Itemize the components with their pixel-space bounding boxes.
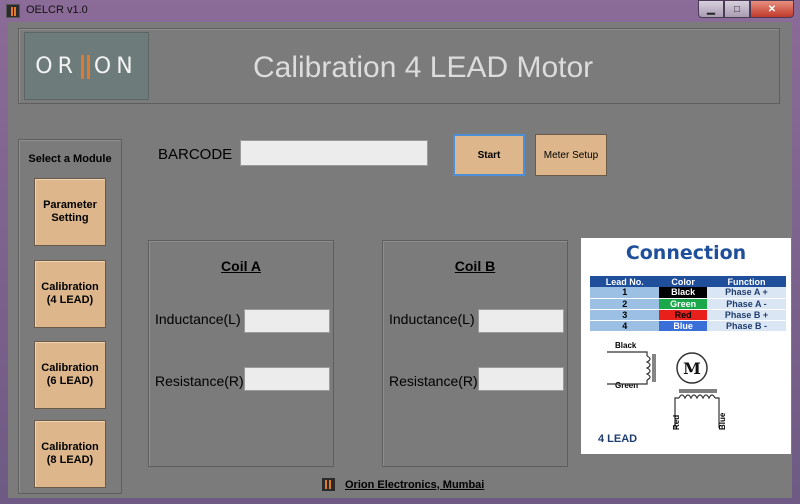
connection-row: 1 Black Phase A + — [590, 287, 786, 299]
lead-function-cell: Phase B + — [706, 309, 786, 321]
lead-type-label: 4 LEAD — [598, 433, 638, 445]
lead-number-cell: 3 — [590, 309, 660, 321]
lead-function-cell: Phase A + — [706, 287, 786, 299]
parameter-setting-button[interactable]: Parameter Setting — [34, 178, 106, 246]
coil-b-group: Coil B Inductance(L) Resistance(R) — [382, 240, 568, 467]
coil-a-group: Coil A Inductance(L) Resistance(R) — [148, 240, 334, 467]
wire-label-blue: Blue — [718, 412, 727, 430]
logo-text-right: ON — [93, 53, 138, 79]
connection-row: 3 Red Phase B + — [590, 309, 786, 321]
app-icon — [6, 4, 20, 18]
coil-a-title: Coil A — [221, 258, 261, 274]
module-button-label: Calibration (4 LEAD) — [41, 281, 99, 306]
coil-b-inductance-field[interactable] — [478, 309, 564, 333]
calibration-6-lead-button[interactable]: Calibration (6 LEAD) — [34, 341, 106, 409]
lead-color-cell: Red — [659, 309, 707, 321]
wire-label-red: Red — [672, 415, 681, 430]
lead-color-cell: Green — [659, 298, 707, 310]
lead-function-cell: Phase B - — [706, 320, 786, 332]
lead-number-cell: 4 — [590, 320, 660, 332]
client-area: OR ON Calibration 4 LEAD Motor Select a M… — [8, 22, 792, 498]
start-button[interactable]: Start — [453, 134, 525, 176]
lead-color-cell: Blue — [659, 320, 707, 332]
coil-a-inductance-field[interactable] — [244, 309, 330, 333]
wire-label-green: Green — [615, 381, 638, 390]
footer: Orion Electronics, Mumbai — [322, 478, 484, 491]
calibration-8-lead-button[interactable]: Calibration (8 LEAD) — [34, 420, 106, 488]
barcode-input[interactable] — [240, 140, 428, 166]
app-window: OELCR v1.0 ▁ □ ✕ OR ON Calibration 4 LEAD… — [0, 0, 800, 504]
lead-color-cell: Black — [659, 287, 707, 299]
calibration-4-lead-button[interactable]: Calibration (4 LEAD) — [34, 260, 106, 328]
connection-title: Connection — [625, 242, 747, 264]
logo-text-left: OR — [35, 53, 78, 79]
header-function: Function — [706, 276, 786, 287]
coil-a-resistance-label: Resistance(R) — [155, 373, 244, 389]
meter-setup-button[interactable]: Meter Setup — [535, 134, 607, 176]
lead-number-cell: 2 — [590, 298, 660, 310]
coil-b-inductance-label: Inductance(L) — [389, 311, 475, 327]
connection-table: Lead No. Color Function 1 Black Phase A +2… — [590, 276, 786, 332]
module-button-label: Parameter Setting — [43, 199, 97, 224]
lead-number-cell: 1 — [590, 287, 660, 299]
logo-text: OR ON — [35, 54, 137, 79]
header-color: Color — [659, 276, 707, 287]
module-button-label: Calibration (8 LEAD) — [41, 441, 99, 466]
module-panel: Select a Module Parameter Setting Calibra… — [18, 139, 122, 494]
connection-row: 4 Blue Phase B - — [590, 320, 786, 332]
coil-b-winding — [674, 389, 720, 428]
coil-a-winding — [607, 351, 656, 385]
coil-a-inductance-label: Inductance(L) — [155, 311, 241, 327]
minimize-button[interactable]: ▁ — [698, 0, 724, 18]
module-button-label: Calibration (6 LEAD) — [41, 362, 99, 387]
connection-row: 2 Green Phase A - — [590, 298, 786, 310]
page-title: Calibration 4 LEAD Motor — [253, 51, 594, 84]
window-controls: ▁ □ ✕ — [698, 0, 794, 18]
coil-b-title: Coil B — [454, 258, 496, 274]
header-lead-no: Lead No. — [590, 276, 660, 287]
wire-label-black: Black — [615, 341, 637, 350]
close-button[interactable]: ✕ — [750, 0, 794, 18]
lead-function-cell: Phase A - — [706, 298, 786, 310]
window-title: OELCR v1.0 — [26, 4, 88, 16]
connection-diagram: Connection Lead No. Color Function 1 Blac… — [581, 238, 791, 454]
maximize-button[interactable]: □ — [724, 0, 750, 18]
header-panel: OR ON Calibration 4 LEAD Motor — [18, 28, 780, 104]
orion-small-icon — [322, 478, 335, 491]
module-heading: Select a Module — [28, 153, 112, 165]
coil-b-resistance-label: Resistance(R) — [389, 373, 478, 389]
motor-label: M — [683, 359, 701, 378]
title-bar[interactable]: OELCR v1.0 ▁ □ ✕ — [0, 0, 800, 22]
coil-b-resistance-field[interactable] — [478, 367, 564, 391]
coil-a-resistance-field[interactable] — [244, 367, 330, 391]
logo-bars-icon — [79, 54, 93, 79]
barcode-label: BARCODE — [158, 146, 233, 163]
footer-link[interactable]: Orion Electronics, Mumbai — [345, 479, 484, 491]
orion-logo: OR ON — [24, 32, 149, 100]
